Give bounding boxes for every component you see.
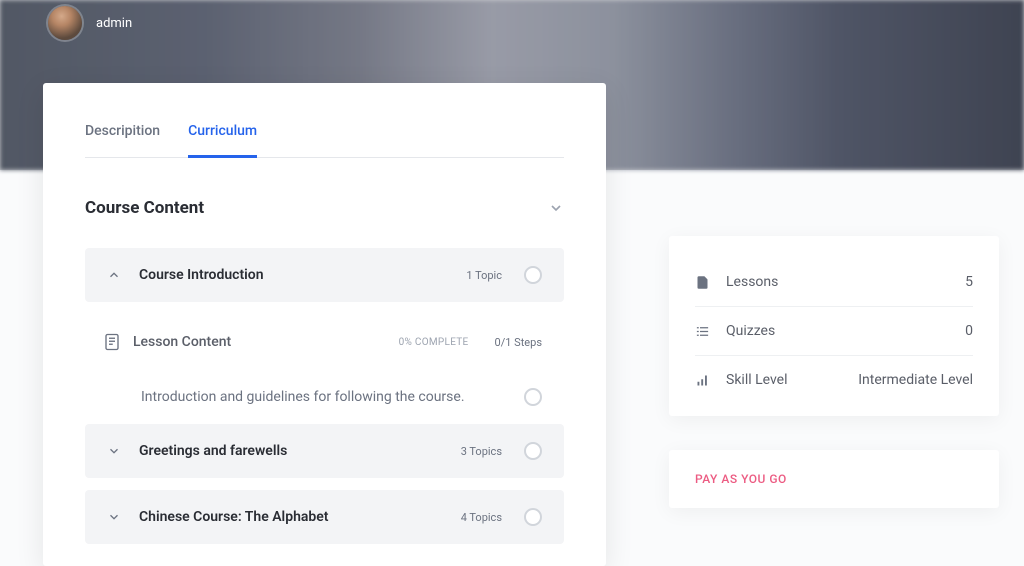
- section-progress-indicator: [524, 266, 542, 284]
- info-value: 0: [965, 323, 973, 339]
- info-value: Intermediate Level: [858, 372, 973, 388]
- section-progress-indicator: [524, 442, 542, 460]
- tabs: Descripition Curriculum: [85, 113, 564, 158]
- info-row-quizzes: Quizzes 0: [695, 307, 973, 356]
- chevron-down-icon: [107, 510, 121, 524]
- author-block: admin: [48, 6, 132, 40]
- tab-curriculum[interactable]: Curriculum: [188, 113, 257, 158]
- lesson-progress: 0% COMPLETE: [399, 337, 469, 348]
- section-progress-indicator: [524, 508, 542, 526]
- pricing-heading: PAY AS YOU GO: [695, 472, 973, 486]
- list-icon: [695, 324, 710, 339]
- section-meta: 1 Topic: [466, 269, 502, 282]
- chevron-down-icon: [107, 444, 121, 458]
- lesson-progress-indicator: [524, 388, 542, 406]
- section-meta: 3 Topics: [461, 445, 502, 458]
- section-alphabet[interactable]: Chinese Course: The Alphabet 4 Topics: [85, 490, 564, 544]
- lesson-header: Lesson Content 0% COMPLETE 0/1 Steps: [85, 314, 564, 370]
- bars-icon: [695, 373, 710, 388]
- chevron-up-icon: [107, 268, 121, 282]
- pricing-card: PAY AS YOU GO: [669, 450, 999, 508]
- lesson-item[interactable]: Introduction and guidelines for followin…: [85, 370, 564, 424]
- info-label: Quizzes: [726, 323, 965, 339]
- course-info-card: Lessons 5 Quizzes 0 Skill Level Intermed…: [669, 236, 999, 416]
- file-icon: [695, 275, 710, 290]
- section-title: Greetings and farewells: [139, 443, 443, 459]
- section-title: Course Introduction: [139, 267, 448, 283]
- collapse-all-icon[interactable]: [548, 200, 564, 216]
- lesson-item-text: Introduction and guidelines for followin…: [141, 389, 465, 405]
- document-icon: [103, 332, 121, 352]
- section-meta: 4 Topics: [461, 511, 502, 524]
- info-row-lessons: Lessons 5: [695, 258, 973, 307]
- info-row-skill: Skill Level Intermediate Level: [695, 356, 973, 404]
- course-content-title: Course Content: [85, 198, 204, 218]
- section-title: Chinese Course: The Alphabet: [139, 509, 443, 525]
- section-greetings[interactable]: Greetings and farewells 3 Topics: [85, 424, 564, 478]
- section-course-introduction[interactable]: Course Introduction 1 Topic: [85, 248, 564, 302]
- content-header: Course Content: [85, 198, 564, 218]
- lesson-steps: 0/1 Steps: [495, 336, 542, 349]
- info-value: 5: [965, 274, 973, 290]
- author-name: admin: [96, 16, 132, 31]
- lesson-content-label: Lesson Content: [133, 334, 387, 350]
- info-label: Lessons: [726, 274, 965, 290]
- info-label: Skill Level: [726, 372, 858, 388]
- sidebar: Lessons 5 Quizzes 0 Skill Level Intermed…: [669, 236, 999, 508]
- course-card: Descripition Curriculum Course Content C…: [43, 83, 606, 566]
- tab-description[interactable]: Descripition: [85, 113, 160, 158]
- avatar[interactable]: [48, 6, 82, 40]
